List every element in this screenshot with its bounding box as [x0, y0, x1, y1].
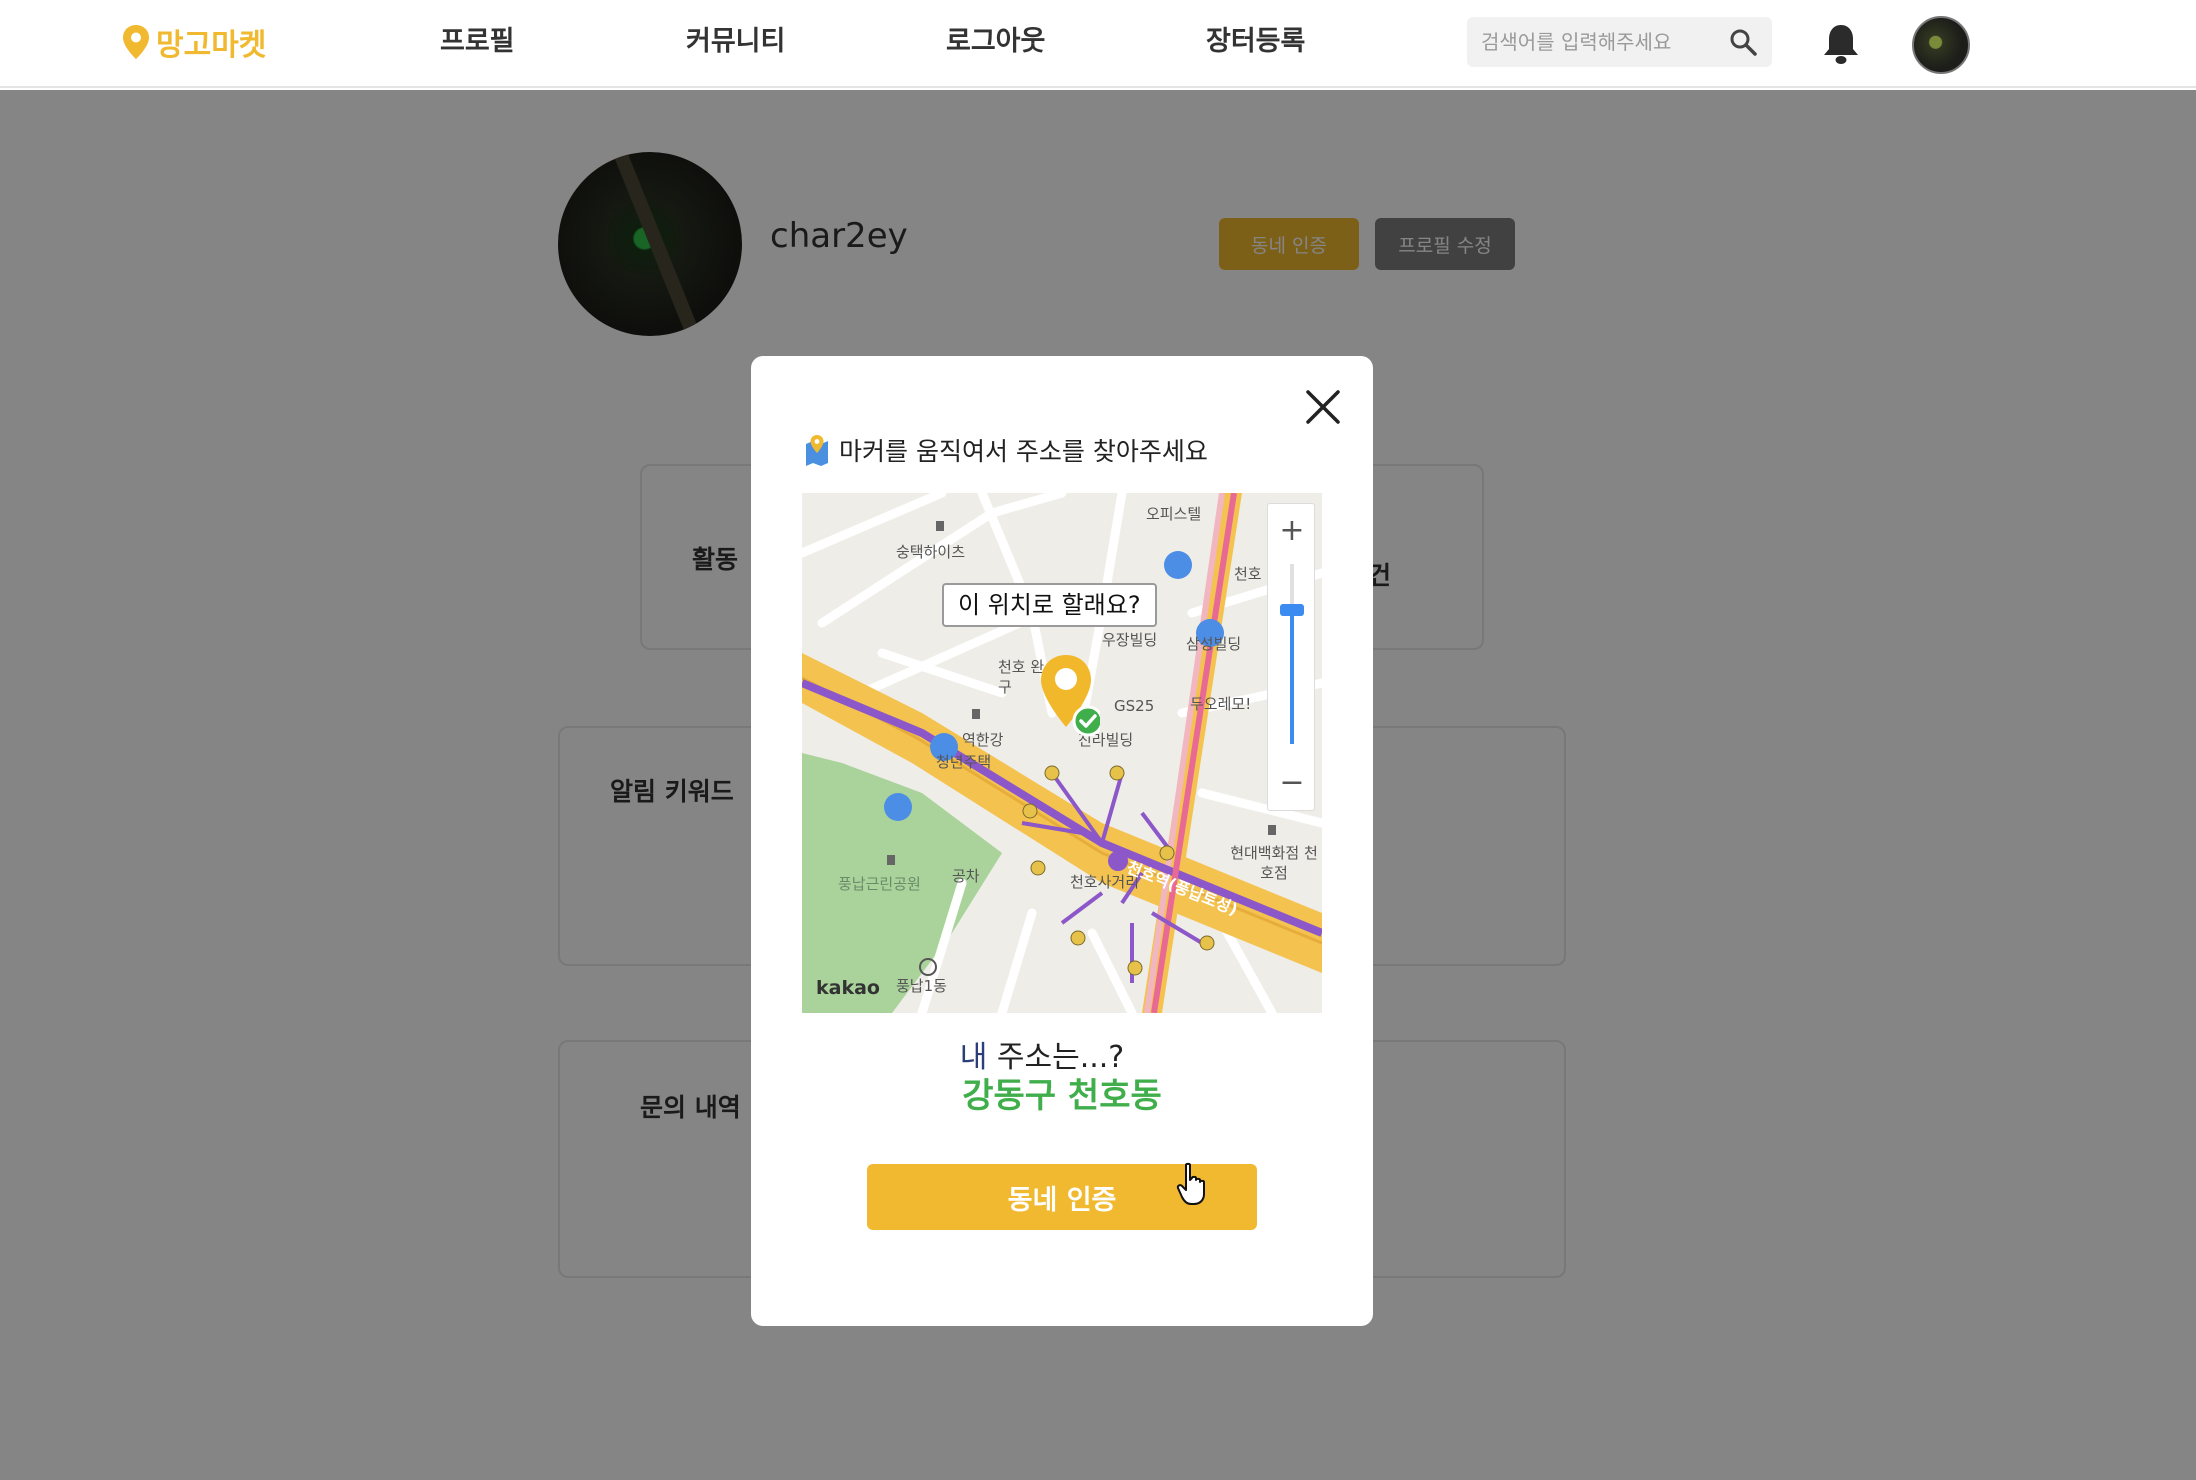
modal-heading: 마커를 움직여서 주소를 찾아주세요	[803, 432, 1208, 468]
zoom-in-button[interactable]: +	[1268, 508, 1316, 552]
bell-icon[interactable]	[1820, 22, 1862, 66]
map-zoom-control: + −	[1267, 503, 1315, 811]
map-location-icon	[806, 435, 828, 466]
nav-market-register[interactable]: 장터등록	[1206, 20, 1305, 64]
map-label: GS25	[1114, 697, 1155, 715]
location-marker-icon[interactable]	[1038, 653, 1100, 739]
map-label: 숭택하이츠	[896, 543, 966, 561]
search-button[interactable]	[1726, 25, 1760, 59]
map-label: 두오레모!	[1190, 695, 1252, 713]
home-logo[interactable]: 망고마켓	[122, 18, 266, 66]
zoom-out-button[interactable]: −	[1268, 760, 1316, 804]
nav-profile[interactable]: 프로필	[440, 20, 515, 64]
map-label: 공차	[952, 867, 980, 885]
confirm-neighborhood-verify-button[interactable]: 동네 인증	[867, 1164, 1257, 1230]
search-bar	[1467, 17, 1772, 67]
modal-heading-text: 마커를 움직여서 주소를 찾아주세요	[839, 437, 1208, 466]
nav-logout[interactable]: 로그아웃	[946, 20, 1045, 64]
map-label: 풍납근린공원	[838, 875, 921, 893]
zoom-slider-fill	[1290, 612, 1294, 744]
nav-community[interactable]: 커뮤니티	[686, 20, 785, 64]
avatar[interactable]	[1912, 16, 1970, 74]
search-icon	[1730, 29, 1757, 56]
detected-address: 강동구 천호동	[962, 1076, 1162, 1116]
neighborhood-verify-modal: 마커를 움직여서 주소를 찾아주세요 숭택하이츠 오피스텔 천호 우장빌딩 삼성…	[751, 356, 1373, 1326]
logo-text: 망고마켓	[156, 28, 267, 63]
map-pin-icon	[123, 25, 149, 59]
map-label: 천호	[1234, 565, 1262, 583]
select-location-tooltip[interactable]: 이 위치로 할래요?	[942, 583, 1157, 627]
kakao-map[interactable]: 숭택하이츠 오피스텔 천호 우장빌딩 삼성빌딩 GS25 두오레모! 천호 완구…	[802, 493, 1322, 1013]
kakao-attribution: kakao	[816, 977, 880, 999]
search-input[interactable]	[1481, 30, 1726, 54]
map-label: 현대백화점 천호점	[1230, 844, 1318, 882]
map-label: 오피스텔	[1146, 505, 1202, 523]
close-icon[interactable]	[1302, 386, 1344, 428]
map-label: 역한강	[962, 731, 1004, 749]
top-navigation-bar: 망고마켓 프로필 커뮤니티 로그아웃 장터등록	[0, 0, 2196, 88]
map-label: 청년주택	[936, 753, 992, 771]
zoom-slider-handle[interactable]	[1280, 604, 1304, 616]
map-label: 우장빌딩	[1102, 631, 1158, 649]
map-label: 풍납1동	[896, 977, 947, 995]
map-label: 삼성빌딩	[1186, 635, 1242, 653]
